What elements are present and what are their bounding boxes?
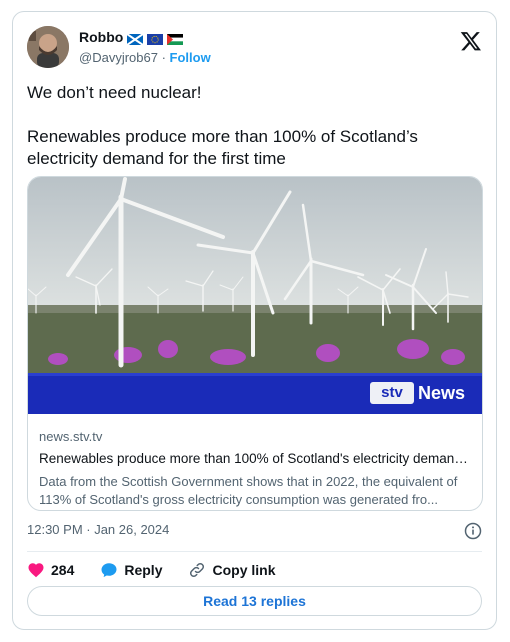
tweet-timestamp[interactable]: 12:30 PM · Jan 26, 2024 bbox=[27, 522, 169, 537]
follow-button[interactable]: Follow bbox=[170, 50, 211, 65]
heart-icon bbox=[28, 563, 44, 578]
read-replies-label: Read 13 replies bbox=[203, 593, 306, 609]
like-button[interactable]: 284 bbox=[27, 561, 74, 579]
reply-label: Reply bbox=[124, 562, 163, 578]
action-bar: 284 Reply Copy link bbox=[27, 558, 482, 582]
copy-link-label: Copy link bbox=[212, 562, 276, 578]
link-icon bbox=[190, 562, 205, 578]
read-replies-button[interactable]: Read 13 replies bbox=[27, 586, 482, 616]
link-meta: news.stv.tv Renewables produce more than… bbox=[39, 429, 471, 509]
author-handle-row: @Davyjrob67 · Follow bbox=[79, 50, 211, 66]
link-description: Data from the Scottish Government shows … bbox=[39, 474, 458, 507]
tweet-text-line-1: We don’t need nuclear! bbox=[27, 83, 202, 102]
timestamp-row: 12:30 PM · Jan 26, 2024 bbox=[27, 522, 482, 542]
stv-news-logo-text: News bbox=[418, 382, 466, 403]
author-display-name[interactable]: Robbo bbox=[79, 28, 211, 46]
link-domain: news.stv.tv bbox=[39, 429, 103, 444]
tweet-text-line-2: Renewables produce more than 100% of Sco… bbox=[27, 127, 418, 168]
avatar[interactable] bbox=[27, 26, 69, 68]
scotland-flag-icon bbox=[126, 32, 144, 46]
tweet-header: Robbo @Davyjrob67 · Follow bbox=[27, 26, 482, 70]
tweet-text: We don’t need nuclear! Renewables produc… bbox=[27, 82, 482, 170]
link-title[interactable]: Renewables produce more than 100% of Sco… bbox=[39, 451, 471, 469]
info-icon[interactable] bbox=[464, 522, 482, 540]
copy-link-button[interactable]: Copy link bbox=[188, 561, 276, 579]
stv-news-logo: stv News bbox=[370, 378, 465, 408]
divider bbox=[27, 551, 482, 552]
link-preview-card[interactable]: stv News news.stv.tv Renewables produce … bbox=[27, 176, 483, 511]
like-count: 284 bbox=[51, 562, 75, 578]
eu-flag-icon bbox=[147, 32, 164, 45]
x-logo-icon[interactable] bbox=[460, 30, 482, 52]
author-handle[interactable]: @Davyjrob67 bbox=[79, 50, 158, 65]
reply-bubble-icon bbox=[101, 563, 117, 578]
handle-separator: · bbox=[161, 50, 166, 65]
reply-button[interactable]: Reply bbox=[100, 561, 162, 579]
author-names: Robbo @Davyjrob67 · Follow bbox=[79, 28, 211, 66]
tweet-embed-card: Robbo @Davyjrob67 · Follow We don’t need… bbox=[12, 11, 497, 630]
palestine-flag-icon bbox=[167, 32, 184, 45]
